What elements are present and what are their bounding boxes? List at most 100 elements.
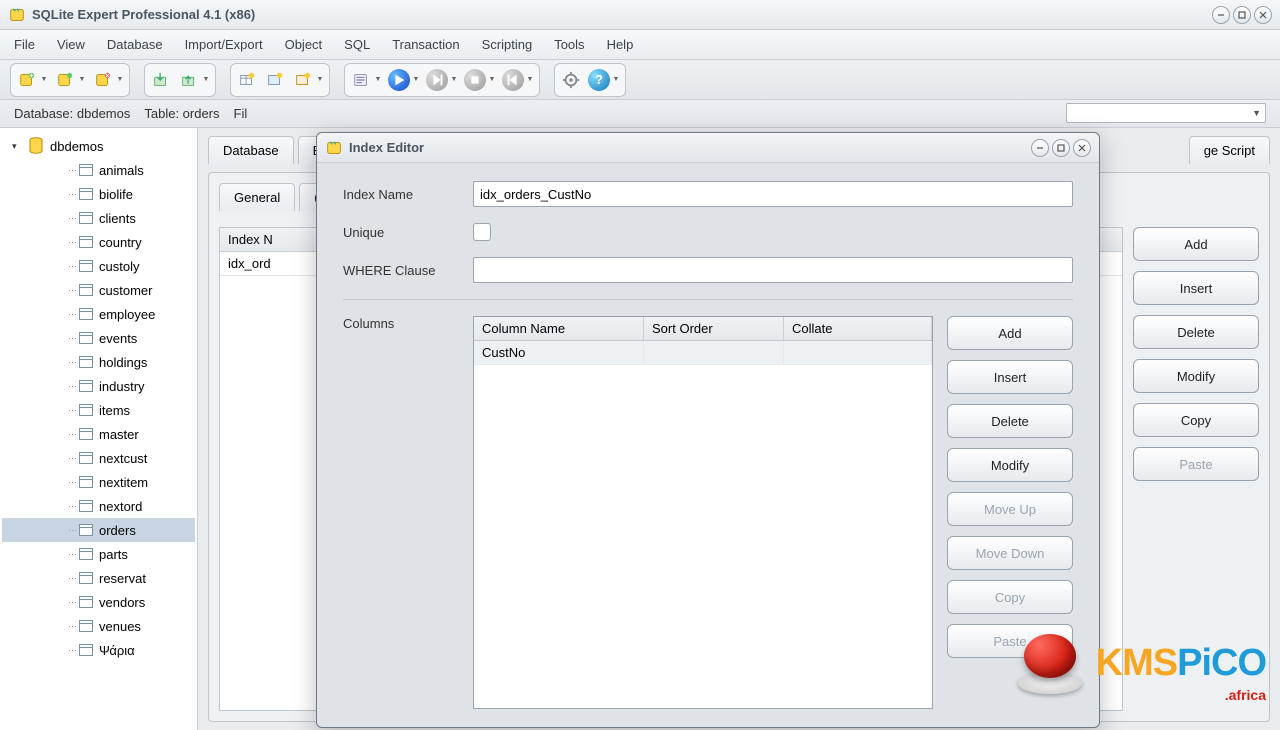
tree-table-industry[interactable]: ⋯industry	[2, 374, 195, 398]
app-icon	[8, 6, 26, 24]
insert-button[interactable]: Insert	[1133, 271, 1259, 305]
open-db-button[interactable]: ▼	[51, 66, 79, 94]
columns-label: Columns	[343, 316, 453, 331]
table-icon	[79, 284, 93, 296]
unique-checkbox[interactable]	[473, 223, 491, 241]
table-icon	[79, 572, 93, 584]
tree-table-master[interactable]: ⋯master	[2, 422, 195, 446]
tree-table-animals[interactable]: ⋯animals	[2, 158, 195, 182]
where-clause-input[interactable]	[473, 257, 1073, 283]
tree-table-customer[interactable]: ⋯customer	[2, 278, 195, 302]
menu-file[interactable]: File	[14, 37, 35, 52]
minimize-button[interactable]	[1212, 6, 1230, 24]
subtab-general[interactable]: General	[219, 183, 295, 211]
settings-button[interactable]	[557, 66, 585, 94]
tree-table-reservat[interactable]: ⋯reservat	[2, 566, 195, 590]
maximize-button[interactable]	[1233, 6, 1251, 24]
dialog-modify-button[interactable]: Modify	[947, 448, 1073, 482]
menu-sql[interactable]: SQL	[344, 37, 370, 52]
table-icon	[79, 164, 93, 176]
db-selector-dropdown[interactable]: ▼	[1066, 103, 1266, 123]
dialog-delete-button[interactable]: Delete	[947, 404, 1073, 438]
tree-table-clients[interactable]: ⋯clients	[2, 206, 195, 230]
close-button[interactable]	[1254, 6, 1272, 24]
menu-import-export[interactable]: Import/Export	[185, 37, 263, 52]
menu-transaction[interactable]: Transaction	[392, 37, 459, 52]
tree-table-orders[interactable]: ⋯orders	[2, 518, 195, 542]
table-icon	[79, 452, 93, 464]
watermark-sub: .africa	[1225, 687, 1266, 703]
menu-tools[interactable]: Tools	[554, 37, 584, 52]
menu-view[interactable]: View	[57, 37, 85, 52]
db-info-bar: Database: dbdemos Table: orders Fil ▼	[0, 100, 1280, 128]
dialog-add-button[interactable]: Add	[947, 316, 1073, 350]
tree-table-Ψάρια[interactable]: ⋯Ψάρια	[2, 638, 195, 662]
dialog-move-up-button: Move Up	[947, 492, 1073, 526]
tree-table-vendors[interactable]: ⋯vendors	[2, 590, 195, 614]
help-button[interactable]: ?▼	[585, 66, 613, 94]
new-object-button[interactable]: ▼	[289, 66, 317, 94]
tree-table-items[interactable]: ⋯items	[2, 398, 195, 422]
column-row[interactable]: CustNo	[474, 341, 932, 365]
col-header-collate: Collate	[784, 317, 932, 340]
menu-database[interactable]: Database	[107, 37, 163, 52]
tree-table-nextord[interactable]: ⋯nextord	[2, 494, 195, 518]
main-titlebar: SQLite Expert Professional 4.1 (x86)	[0, 0, 1280, 30]
table-icon	[79, 548, 93, 560]
tree-table-events[interactable]: ⋯events	[2, 326, 195, 350]
copy-button[interactable]: Copy	[1133, 403, 1259, 437]
table-icon	[79, 332, 93, 344]
tree-db-node[interactable]: ▾ dbdemos	[2, 134, 195, 158]
tree-table-employee[interactable]: ⋯employee	[2, 302, 195, 326]
new-db-button[interactable]: ▼	[13, 66, 41, 94]
modify-button[interactable]: Modify	[1133, 359, 1259, 393]
delete-button[interactable]: Delete	[1133, 315, 1259, 349]
columns-table: Column Name Sort Order Collate CustNo	[473, 316, 933, 709]
tree-table-country[interactable]: ⋯country	[2, 230, 195, 254]
tree-table-venues[interactable]: ⋯venues	[2, 614, 195, 638]
dialog-minimize-button[interactable]	[1031, 139, 1049, 157]
current-database-label: Database: dbdemos	[14, 106, 130, 121]
table-icon	[79, 260, 93, 272]
new-view-button[interactable]	[261, 66, 289, 94]
tree-table-biolife[interactable]: ⋯biolife	[2, 182, 195, 206]
dialog-insert-button[interactable]: Insert	[947, 360, 1073, 394]
execute-step-button[interactable]: ▼	[423, 66, 451, 94]
import-button[interactable]	[147, 66, 175, 94]
expand-icon[interactable]: ▾	[12, 141, 22, 152]
tree-table-parts[interactable]: ⋯parts	[2, 542, 195, 566]
menu-help[interactable]: Help	[607, 37, 634, 52]
col-header-name: Column Name	[474, 317, 644, 340]
add-button[interactable]: Add	[1133, 227, 1259, 261]
table-icon	[79, 428, 93, 440]
stop-button[interactable]: ▼	[461, 66, 489, 94]
database-icon	[28, 137, 44, 155]
tree-table-custoly[interactable]: ⋯custoly	[2, 254, 195, 278]
table-icon	[79, 308, 93, 320]
watermark-text-1: KMS	[1096, 642, 1177, 685]
table-icon	[79, 644, 93, 656]
dialog-maximize-button[interactable]	[1052, 139, 1070, 157]
menu-scripting[interactable]: Scripting	[482, 37, 533, 52]
first-button[interactable]: ▼	[499, 66, 527, 94]
menu-object[interactable]: Object	[285, 37, 323, 52]
new-table-button[interactable]	[233, 66, 261, 94]
execute-button[interactable]: ▼	[385, 66, 413, 94]
tab-change-script[interactable]: ge Script	[1189, 136, 1270, 164]
db-tree: ▾ dbdemos ⋯animals⋯biolife⋯clients⋯count…	[0, 128, 198, 730]
tree-table-nextcust[interactable]: ⋯nextcust	[2, 446, 195, 470]
sql-editor-button[interactable]: ▼	[347, 66, 375, 94]
watermark: KMS PiCO .africa	[1012, 632, 1266, 694]
tab-database[interactable]: Database	[208, 136, 294, 164]
tree-db-label: dbdemos	[50, 139, 103, 154]
tree-table-nextitem[interactable]: ⋯nextitem	[2, 470, 195, 494]
export-button[interactable]: ▼	[175, 66, 203, 94]
close-db-button[interactable]: ▼	[89, 66, 117, 94]
col-header-sort: Sort Order	[644, 317, 784, 340]
index-name-input[interactable]	[473, 181, 1073, 207]
index-name-label: Index Name	[343, 187, 453, 202]
current-table-label: Table: orders	[144, 106, 219, 121]
dialog-close-button[interactable]	[1073, 139, 1091, 157]
tree-table-holdings[interactable]: ⋯holdings	[2, 350, 195, 374]
menu-bar: File View Database Import/Export Object …	[0, 30, 1280, 60]
